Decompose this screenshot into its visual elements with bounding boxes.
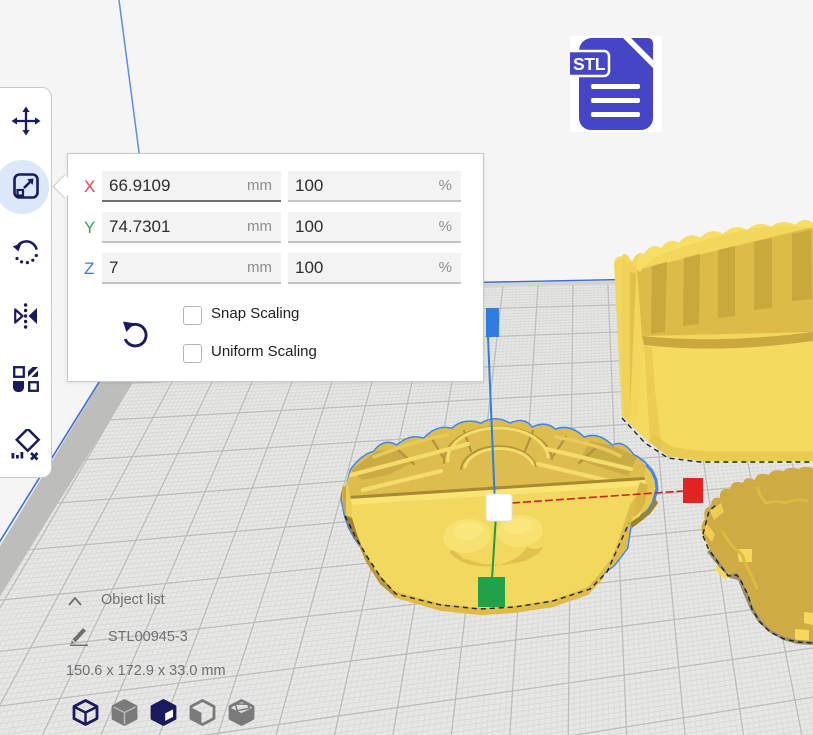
svg-text:STL: STL	[573, 54, 606, 74]
